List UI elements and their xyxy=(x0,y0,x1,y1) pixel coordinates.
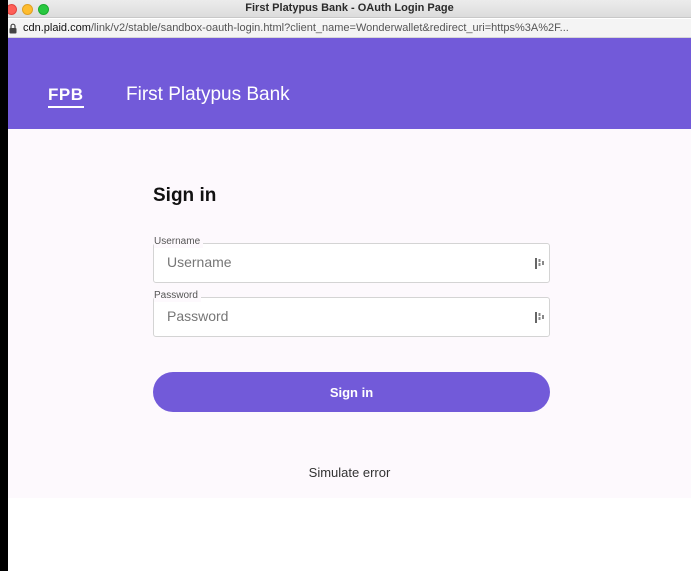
title-bar: First Platypus Bank - OAuth Login Page xyxy=(8,0,691,18)
page-footer-blank xyxy=(8,498,691,571)
page-title: Sign in xyxy=(153,185,217,206)
url-text[interactable]: cdn.plaid.com/link/v2/stable/sandbox-oau… xyxy=(23,22,569,34)
password-input[interactable] xyxy=(167,308,507,324)
bank-logo: FPB xyxy=(48,86,84,108)
bank-header: FPB First Platypus Bank xyxy=(8,38,691,129)
username-input[interactable] xyxy=(167,254,507,270)
address-bar[interactable]: cdn.plaid.com/link/v2/stable/sandbox-oau… xyxy=(8,19,691,38)
password-label: Password xyxy=(154,290,201,302)
login-content: Sign in Username Password xyxy=(8,129,691,498)
keypass-icon[interactable] xyxy=(535,311,545,324)
keypass-icon[interactable] xyxy=(535,257,545,270)
password-field-container: Password xyxy=(153,290,550,337)
bank-name: First Platypus Bank xyxy=(126,84,290,105)
browser-window: First Platypus Bank - OAuth Login Page c… xyxy=(8,0,691,571)
simulate-error-link[interactable]: Simulate error xyxy=(8,465,691,480)
lock-icon xyxy=(9,23,17,34)
username-field-container: Username xyxy=(153,236,550,283)
url-host: cdn.plaid.com xyxy=(23,22,91,34)
sign-in-button[interactable]: Sign in xyxy=(153,372,550,412)
window-title: First Platypus Bank - OAuth Login Page xyxy=(245,2,454,14)
username-label: Username xyxy=(154,236,204,248)
url-path: /link/v2/stable/sandbox-oauth-login.html… xyxy=(90,22,569,34)
